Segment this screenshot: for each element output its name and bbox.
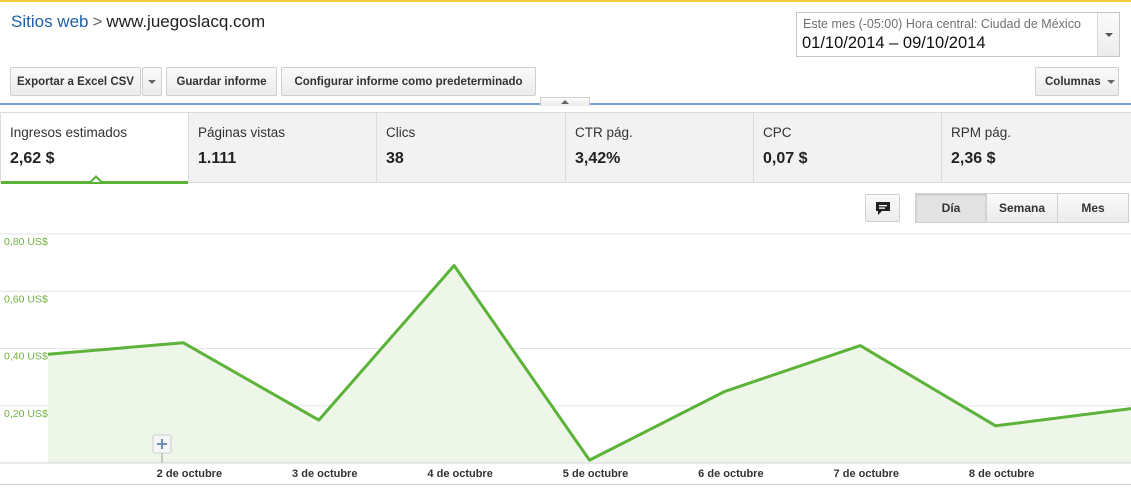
date-range-picker[interactable]: Este mes (-05:00) Hora central: Ciudad d… <box>796 12 1120 57</box>
export-csv-button[interactable]: Exportar a Excel CSV <box>10 67 141 96</box>
x-tick-label: 8 de octubre <box>969 468 1034 480</box>
annotations-button[interactable] <box>865 194 900 222</box>
metric-value: 1.111 <box>198 150 237 167</box>
breadcrumb-separator: > <box>92 12 103 31</box>
chart-area-fill <box>48 265 1131 463</box>
metrics-tabs: Ingresos estimados 2,62 $ Páginas vistas… <box>0 112 1131 184</box>
granularity-week-button[interactable]: Semana <box>986 193 1058 223</box>
columns-dropdown[interactable]: Columnas <box>1035 67 1119 96</box>
metric-value: 0,07 $ <box>763 150 808 167</box>
metric-value: 38 <box>386 150 404 167</box>
metric-label: RPM pág. <box>951 125 1012 140</box>
columns-label: Columnas <box>1045 75 1101 88</box>
metric-tab-page-ctr[interactable]: CTR pág. 3,42% <box>566 113 754 183</box>
date-range-timezone: Este mes (-05:00) Hora central: Ciudad d… <box>803 17 1081 31</box>
metric-tab-page-views[interactable]: Páginas vistas 1.111 <box>189 113 377 183</box>
y-tick-label: 0,20 US$ <box>4 408 48 420</box>
y-tick-label: 0,60 US$ <box>4 293 48 305</box>
metric-value: 2,36 $ <box>951 150 996 167</box>
metric-tab-clicks[interactable]: Clics 38 <box>377 113 566 183</box>
top-border <box>0 0 1131 2</box>
chevron-down-icon <box>148 79 156 84</box>
set-default-report-button[interactable]: Configurar informe como predeterminado <box>281 67 536 96</box>
breadcrumb-site-name: www.juegoslacq.com <box>106 12 266 31</box>
metric-value: 3,42% <box>575 150 621 167</box>
date-range-value: 01/10/2014 – 09/10/2014 <box>802 34 986 52</box>
chart-y-axis: 0,80 US$ 0,60 US$ 0,40 US$ 0,20 US$ <box>4 236 48 420</box>
chevron-up-icon <box>561 100 569 104</box>
x-tick-label: 6 de octubre <box>698 468 763 480</box>
y-tick-label: 0,80 US$ <box>4 236 48 248</box>
chevron-down-icon <box>1106 79 1115 84</box>
x-tick-label: 7 de octubre <box>834 468 899 480</box>
earnings-chart: 0,80 US$ 0,60 US$ 0,40 US$ 0,20 US$ 2 de oc… <box>0 233 1131 480</box>
collapse-toggle[interactable] <box>540 97 590 106</box>
x-tick-label: 4 de octubre <box>427 468 492 480</box>
breadcrumb: Sitios web > www.juegoslacq.com <box>11 12 265 32</box>
breadcrumb-sites-link[interactable]: Sitios web <box>11 12 88 31</box>
active-tab-notch-inner <box>92 178 100 182</box>
x-tick-label: 3 de octubre <box>292 468 357 480</box>
x-tick-label: 2 de octubre <box>157 468 222 480</box>
x-tick-label: 5 de octubre <box>563 468 628 480</box>
metric-value: 2,62 $ <box>10 150 55 167</box>
comment-icon <box>875 201 890 215</box>
metric-label: Ingresos estimados <box>10 125 128 140</box>
metric-tab-page-rpm[interactable]: RPM pág. 2,36 $ <box>942 113 1131 183</box>
granularity-month-button[interactable]: Mes <box>1057 193 1129 223</box>
metric-label: Clics <box>386 125 416 140</box>
metric-label: CTR pág. <box>575 125 633 140</box>
chevron-down-icon <box>1105 33 1113 37</box>
export-options-dropdown[interactable] <box>142 67 162 96</box>
date-range-dropdown-button[interactable] <box>1097 13 1119 56</box>
granularity-day-button[interactable]: Día <box>915 193 987 223</box>
chart-x-axis: 2 de octubre 3 de octubre 4 de octubre 5 de… <box>0 462 1131 480</box>
metric-label: Páginas vistas <box>198 125 286 140</box>
metric-tab-cpc[interactable]: CPC 0,07 $ <box>754 113 942 183</box>
y-tick-label: 0,40 US$ <box>4 351 48 363</box>
chart-bottom-border <box>0 484 1131 485</box>
metric-tab-estimated-earnings[interactable]: Ingresos estimados 2,62 $ <box>0 113 189 184</box>
save-report-button[interactable]: Guardar informe <box>166 67 277 96</box>
metric-label: CPC <box>763 125 792 140</box>
